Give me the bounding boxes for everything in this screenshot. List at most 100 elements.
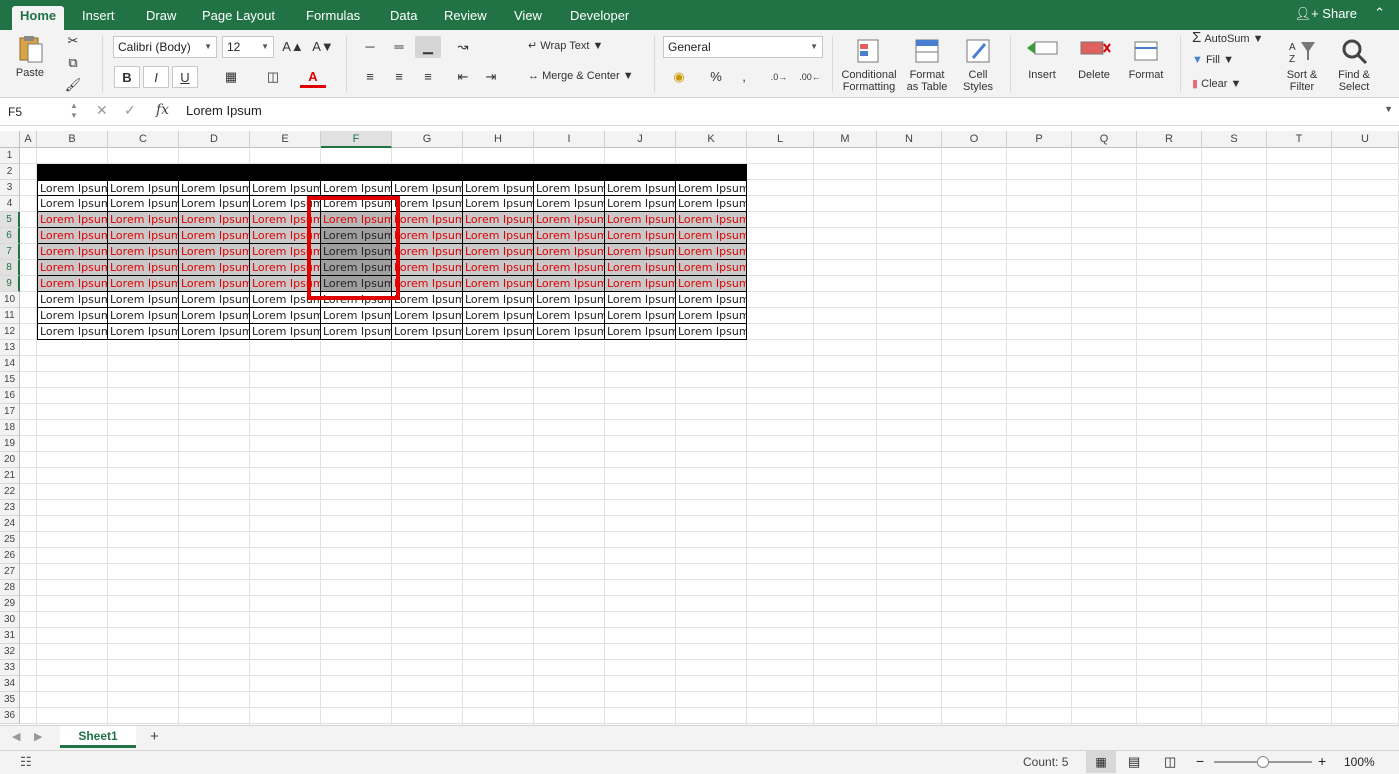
cell-i12[interactable]: Lorem Ipsum <box>534 324 605 340</box>
cell-d9[interactable]: Lorem Ipsum <box>179 276 250 292</box>
increase-decimal-icon[interactable]: .0→ <box>766 66 792 88</box>
cell-b11[interactable]: Lorem Ipsum <box>37 308 108 324</box>
tab-developer[interactable]: Developer <box>562 6 637 30</box>
cell-j7[interactable]: Lorem Ipsum <box>605 244 676 260</box>
align-top-icon[interactable]: ─ <box>357 36 383 58</box>
cell-j6[interactable]: Lorem Ipsum <box>605 228 676 244</box>
tab-review[interactable]: Review <box>436 6 495 30</box>
cell-k9[interactable]: Lorem Ipsum <box>676 276 747 292</box>
paste-button[interactable]: Paste <box>8 34 52 79</box>
name-box-stepper-icon[interactable]: ▲ ▼ <box>70 101 78 121</box>
row-header-28[interactable]: 28 <box>0 580 20 596</box>
column-header-d[interactable]: D <box>179 131 250 148</box>
tab-home[interactable]: Home <box>12 6 65 30</box>
row-header-6[interactable]: 6 <box>0 228 20 244</box>
fill-button[interactable]: ▼ Fill ▼ <box>1192 54 1234 66</box>
cell-g3[interactable]: Lorem Ipsum <box>392 180 463 196</box>
row-header-20[interactable]: 20 <box>0 452 20 468</box>
zoom-out-button[interactable]: − <box>1196 753 1204 769</box>
italic-button[interactable]: I <box>143 66 169 88</box>
increase-font-icon[interactable]: A▲ <box>280 36 306 58</box>
cell-d12[interactable]: Lorem Ipsum <box>179 324 250 340</box>
sort-filter-button[interactable]: AZ Sort & Filter <box>1280 36 1324 93</box>
cell-g4[interactable]: Lorem Ipsum <box>392 196 463 212</box>
function-icon[interactable]: fx <box>156 102 169 118</box>
row-header-16[interactable]: 16 <box>0 388 20 404</box>
cell-h7[interactable]: Lorem Ipsum <box>463 244 534 260</box>
cell-j9[interactable]: Lorem Ipsum <box>605 276 676 292</box>
cell-g6[interactable]: Lorem Ipsum <box>392 228 463 244</box>
row-header-32[interactable]: 32 <box>0 644 20 660</box>
row-header-17[interactable]: 17 <box>0 404 20 420</box>
increase-indent-icon[interactable]: ⇥ <box>478 66 504 88</box>
cell-k5[interactable]: Lorem Ipsum <box>676 212 747 228</box>
cell-j8[interactable]: Lorem Ipsum <box>605 260 676 276</box>
number-format-select[interactable]: General ▼ <box>663 36 823 58</box>
cell-g5[interactable]: Lorem Ipsum <box>392 212 463 228</box>
cell-h5[interactable]: Lorem Ipsum <box>463 212 534 228</box>
wrap-text-button[interactable]: ↵ Wrap Text ▼ <box>528 40 603 52</box>
cell-h3[interactable]: Lorem Ipsum <box>463 180 534 196</box>
row-header-11[interactable]: 11 <box>0 308 20 324</box>
cell-h11[interactable]: Lorem Ipsum <box>463 308 534 324</box>
decrease-font-icon[interactable]: A▼ <box>310 36 336 58</box>
cancel-icon[interactable]: ✕ <box>96 102 108 119</box>
column-header-g[interactable]: G <box>392 131 463 148</box>
zoom-level[interactable]: 100% <box>1344 755 1375 769</box>
column-header-m[interactable]: M <box>814 131 877 148</box>
cell-g9[interactable]: Lorem Ipsum <box>392 276 463 292</box>
cell-k4[interactable]: Lorem Ipsum <box>676 196 747 212</box>
row-header-29[interactable]: 29 <box>0 596 20 612</box>
comma-button[interactable]: , <box>731 66 757 88</box>
column-header-e[interactable]: E <box>250 131 321 148</box>
column-header-q[interactable]: Q <box>1072 131 1137 148</box>
cell-i3[interactable]: Lorem Ipsum <box>534 180 605 196</box>
zoom-in-button[interactable]: + <box>1318 753 1326 769</box>
cell-e11[interactable]: Lorem Ipsum <box>250 308 321 324</box>
cell-c7[interactable]: Lorem Ipsum <box>108 244 179 260</box>
row-header-27[interactable]: 27 <box>0 564 20 580</box>
cell-k12[interactable]: Lorem Ipsum <box>676 324 747 340</box>
cell-b8[interactable]: Lorem Ipsum <box>37 260 108 276</box>
find-select-button[interactable]: Find & Select <box>1332 36 1376 93</box>
next-sheet-icon[interactable]: ▶ <box>34 730 42 743</box>
align-right-icon[interactable]: ≡ <box>415 66 441 88</box>
cell-k6[interactable]: Lorem Ipsum <box>676 228 747 244</box>
cell-b7[interactable]: Lorem Ipsum <box>37 244 108 260</box>
select-all-corner[interactable] <box>0 131 20 148</box>
collapse-ribbon-icon[interactable]: ⌃ <box>1374 5 1385 21</box>
cell-j11[interactable]: Lorem Ipsum <box>605 308 676 324</box>
cell-styles-button[interactable]: Cell Styles <box>955 36 1001 93</box>
merge-center-button[interactable]: ↔ Merge & Center ▼ <box>528 70 634 82</box>
cell-b5[interactable]: Lorem Ipsum <box>37 212 108 228</box>
cell-k8[interactable]: Lorem Ipsum <box>676 260 747 276</box>
cell-g8[interactable]: Lorem Ipsum <box>392 260 463 276</box>
cell-f11[interactable]: Lorem Ipsum <box>321 308 392 324</box>
row-header-21[interactable]: 21 <box>0 468 20 484</box>
row-header-26[interactable]: 26 <box>0 548 20 564</box>
cell-b3[interactable]: Lorem Ipsum <box>37 180 108 196</box>
cell-d11[interactable]: Lorem Ipsum <box>179 308 250 324</box>
cell-h12[interactable]: Lorem Ipsum <box>463 324 534 340</box>
cell-h6[interactable]: Lorem Ipsum <box>463 228 534 244</box>
tab-insert[interactable]: Insert <box>74 6 123 30</box>
spreadsheet-grid[interactable]: A B C D E F G H I J K L M N O P Q R S T U 1 2 3 4 5 6 7 8 9 10 11 12 13 14… <box>0 131 1399 725</box>
cell-g11[interactable]: Lorem Ipsum <box>392 308 463 324</box>
align-middle-icon[interactable]: ═ <box>386 36 412 58</box>
cell-d8[interactable]: Lorem Ipsum <box>179 260 250 276</box>
row-header-34[interactable]: 34 <box>0 676 20 692</box>
column-header-r[interactable]: R <box>1137 131 1202 148</box>
row-header-19[interactable]: 19 <box>0 436 20 452</box>
share-button[interactable]: 👤︎+ Share <box>1295 6 1357 22</box>
decrease-indent-icon[interactable]: ⇤ <box>450 66 476 88</box>
column-header-f[interactable]: F <box>321 131 392 148</box>
column-header-p[interactable]: P <box>1007 131 1072 148</box>
orientation-icon[interactable]: ↝ <box>450 36 476 58</box>
delete-cells-button[interactable]: Delete <box>1070 36 1118 81</box>
cell-i9[interactable]: Lorem Ipsum <box>534 276 605 292</box>
cell-k7[interactable]: Lorem Ipsum <box>676 244 747 260</box>
macro-record-icon[interactable]: ☷ <box>20 754 32 770</box>
cell-c10[interactable]: Lorem Ipsum <box>108 292 179 308</box>
tab-view[interactable]: View <box>506 6 550 30</box>
cell-i8[interactable]: Lorem Ipsum <box>534 260 605 276</box>
